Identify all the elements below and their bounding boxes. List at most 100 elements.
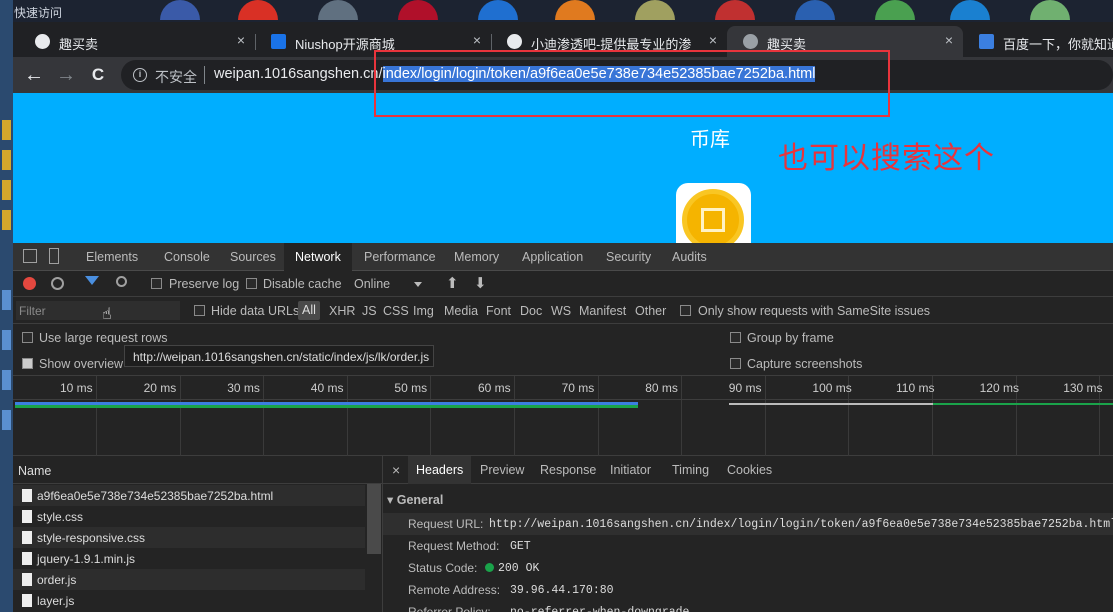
status-ok-icon: [485, 563, 494, 572]
app-icon[interactable]: [238, 0, 278, 20]
request-row[interactable]: layer.js: [13, 590, 365, 611]
devtools-tab-console[interactable]: Console: [158, 243, 216, 271]
filter-type-all[interactable]: All: [298, 301, 320, 320]
devtools-tab-security[interactable]: Security: [600, 243, 657, 271]
record-icon[interactable]: [23, 277, 36, 290]
app-icon[interactable]: [635, 0, 675, 20]
app-icon[interactable]: [318, 0, 358, 20]
details-tab-initiator[interactable]: Initiator: [610, 456, 651, 484]
disable-cache-checkbox[interactable]: [246, 278, 257, 289]
show-overview-checkbox[interactable]: [22, 358, 33, 369]
name-column-header[interactable]: Name: [13, 456, 383, 484]
details-tab-preview[interactable]: Preview: [480, 456, 524, 484]
filter-type-manifest[interactable]: Manifest: [579, 304, 626, 318]
filter-type-css[interactable]: CSS: [383, 304, 409, 318]
filter-type-media[interactable]: Media: [444, 304, 478, 318]
app-icon[interactable]: [1030, 0, 1070, 20]
filter-type-img[interactable]: Img: [413, 304, 434, 318]
app-icon[interactable]: [160, 0, 200, 20]
export-har-icon[interactable]: ⬇: [474, 274, 487, 292]
info-icon[interactable]: i: [133, 68, 147, 82]
request-row[interactable]: a9f6ea0e5e738e734e52385bae7252ba.html: [13, 485, 365, 506]
header-value: http://weipan.1016sangshen.cn/index/logi…: [489, 518, 1113, 531]
request-row[interactable]: style.css: [13, 506, 365, 527]
devtools-tab-network[interactable]: Network: [284, 243, 352, 271]
close-icon[interactable]: ×: [392, 456, 400, 484]
filter-type-xhr[interactable]: XHR: [329, 304, 355, 318]
preserve-log-checkbox[interactable]: [151, 278, 162, 289]
desktop-sidebar: [0, 0, 13, 612]
details-tab-cookies[interactable]: Cookies: [727, 456, 772, 484]
request-method-row: Request Method: GET: [383, 535, 1113, 557]
app-icon[interactable]: [555, 0, 595, 20]
devtools-tab-elements[interactable]: Elements: [80, 243, 144, 271]
filter-icon[interactable]: [85, 276, 99, 285]
scrollbar[interactable]: [367, 484, 381, 554]
inspect-icon[interactable]: [23, 249, 37, 263]
browser-tab[interactable]: 趣买卖 ×: [19, 26, 256, 57]
devtools-tab-performance[interactable]: Performance: [358, 243, 442, 271]
filter-type-other[interactable]: Other: [635, 304, 666, 318]
same-site-label: Only show requests with SameSite issues: [698, 304, 931, 318]
devtools-tab-application[interactable]: Application: [516, 243, 589, 271]
overview-tick-label: 70 ms: [561, 381, 595, 395]
reload-button[interactable]: C: [86, 63, 110, 87]
request-row[interactable]: order.js: [13, 569, 365, 590]
filter-input[interactable]: [16, 301, 180, 320]
filter-type-doc[interactable]: Doc: [520, 304, 542, 318]
globe-icon: [507, 34, 522, 49]
devtools-tab-audits[interactable]: Audits: [666, 243, 713, 271]
chevron-down-icon[interactable]: [414, 282, 422, 287]
overview-tick-label: 130 ms: [1063, 381, 1103, 395]
desktop-icon: [2, 150, 11, 170]
throttling-select[interactable]: Online: [354, 277, 390, 291]
request-list: Name a9f6ea0e5e738e734e52385bae7252ba.ht…: [13, 456, 383, 612]
devtools-tab-memory[interactable]: Memory: [448, 243, 505, 271]
request-row[interactable]: style-responsive.css: [13, 527, 365, 548]
close-icon[interactable]: ×: [709, 32, 717, 48]
close-icon[interactable]: ×: [945, 32, 953, 48]
details-tab-timing[interactable]: Timing: [672, 456, 709, 484]
search-icon[interactable]: [116, 276, 127, 287]
filter-type-js[interactable]: JS: [362, 304, 377, 318]
details-tab-response[interactable]: Response: [540, 456, 596, 484]
document-icon: [22, 573, 32, 586]
overview-tick-label: 40 ms: [310, 381, 344, 395]
overview-tick-label: 50 ms: [394, 381, 428, 395]
network-overview[interactable]: 10 ms 20 ms 30 ms 40 ms 50 ms 60 ms 70 ms 80 ms…: [13, 376, 1113, 456]
same-site-checkbox[interactable]: [680, 305, 691, 316]
status-value: 200 OK: [485, 562, 539, 575]
back-button[interactable]: ←: [22, 63, 46, 87]
security-label[interactable]: 不安全: [155, 67, 197, 87]
device-toolbar-icon[interactable]: [49, 248, 59, 264]
request-name: style-responsive.css: [37, 531, 146, 545]
overview-tick-label: 60 ms: [478, 381, 511, 395]
url-host: weipan.1016sangshen.cn/: [214, 66, 383, 82]
omnibox-divider: [204, 66, 205, 84]
desktop-icon: [2, 120, 11, 140]
app-icon[interactable]: [715, 0, 755, 20]
app-icon[interactable]: [478, 0, 518, 20]
app-icon[interactable]: [950, 0, 990, 20]
app-icon[interactable]: [875, 0, 915, 20]
import-har-icon[interactable]: ⬆: [446, 274, 459, 292]
details-tab-headers[interactable]: Headers: [408, 456, 472, 484]
coin-icon: [682, 189, 744, 243]
app-icon[interactable]: [398, 0, 438, 20]
general-section-toggle[interactable]: ▾ General: [387, 492, 443, 507]
app-icon[interactable]: [795, 0, 835, 20]
request-row[interactable]: jquery-1.9.1.min.js: [13, 548, 365, 569]
close-icon[interactable]: ×: [473, 32, 481, 48]
devtools-tab-sources[interactable]: Sources: [224, 243, 282, 271]
filter-type-ws[interactable]: WS: [551, 304, 571, 318]
capture-screenshots-checkbox[interactable]: [730, 358, 741, 369]
desktop-icon: [2, 180, 11, 200]
close-icon[interactable]: ×: [237, 32, 245, 48]
large-rows-checkbox[interactable]: [22, 332, 33, 343]
filter-type-font[interactable]: Font: [486, 304, 511, 318]
hide-data-urls-checkbox[interactable]: [194, 305, 205, 316]
browser-tab[interactable]: 百度一下，你就知道: [963, 26, 1113, 57]
group-by-frame-checkbox[interactable]: [730, 332, 741, 343]
forward-button[interactable]: →: [54, 63, 78, 87]
clear-icon[interactable]: [51, 277, 64, 290]
